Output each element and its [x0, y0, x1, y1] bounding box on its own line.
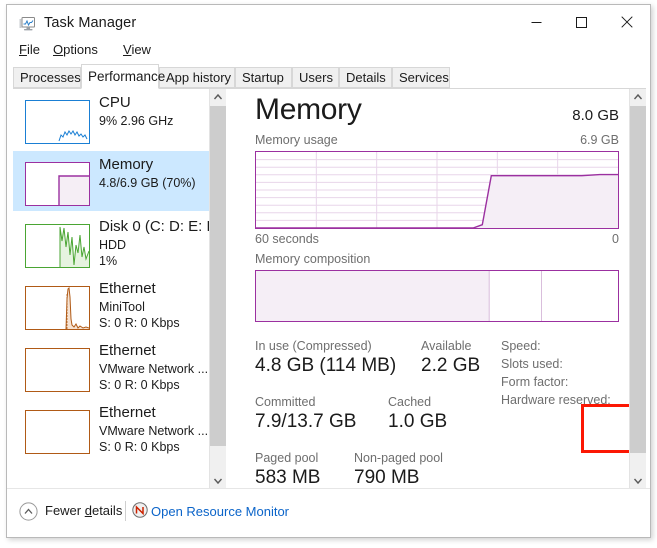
- task-manager-icon: [19, 16, 36, 32]
- memory-composition-label: Memory composition: [255, 252, 371, 266]
- resource-sub2: S: 0 R: 0 Kbps: [99, 316, 180, 330]
- chevron-up-icon[interactable]: [210, 89, 226, 106]
- detail-label-speed: Speed:: [501, 339, 541, 353]
- title-bar: Task Manager: [7, 5, 650, 43]
- stat-label-cached: Cached: [388, 395, 432, 409]
- content-area: CPU 9% 2.96 GHz Memory 4.8/6.9 GB (70%): [13, 89, 646, 489]
- tab-performance[interactable]: Performance: [81, 64, 165, 89]
- resource-title: Ethernet: [99, 342, 156, 359]
- stat-value-non-paged-pool: 790 MB: [354, 467, 420, 488]
- menu-bar: File Options View: [7, 41, 650, 63]
- resource-sub1: 4.8/6.9 GB (70%): [99, 176, 196, 190]
- stat-label-available: Available: [421, 339, 472, 353]
- resource-sub1: HDD: [99, 238, 127, 252]
- resource-sub1: 9% 2.96 GHz: [99, 114, 174, 128]
- stat-label-committed: Committed: [255, 395, 316, 409]
- tab-startup[interactable]: Startup: [235, 67, 292, 88]
- resource-title: Ethernet: [99, 280, 156, 297]
- chevron-up-circle-icon: [19, 502, 38, 524]
- open-resource-monitor-link[interactable]: Open Resource Monitor: [151, 504, 289, 519]
- stat-value-paged-pool: 583 MB: [255, 467, 321, 488]
- resource-title: CPU: [99, 94, 131, 111]
- disk-thumbnail-graph: [25, 224, 90, 268]
- tab-bar: Processes Performance App history Startu…: [7, 64, 650, 89]
- chevron-up-icon[interactable]: [630, 89, 646, 106]
- tab-details[interactable]: Details: [339, 67, 392, 88]
- resource-item-disk0[interactable]: Disk 0 (C: D: E: F HDD 1%: [13, 213, 209, 273]
- stat-value-available: 2.2 GB: [421, 355, 481, 376]
- resource-sub2: 1%: [99, 254, 118, 268]
- maximize-button[interactable]: [559, 5, 604, 39]
- memory-usage-max: 6.9 GB: [580, 133, 619, 147]
- detail-label-hardware-reserved: Hardware reserved:: [501, 393, 611, 407]
- ethernet-thumbnail-graph: [25, 286, 90, 330]
- resource-sub2: S: 0 R: 0 Kbps: [99, 440, 180, 454]
- resource-item-ethernet-vmware-2[interactable]: Ethernet VMware Network ... S: 0 R: 0 Kb…: [13, 399, 209, 459]
- chevron-down-icon[interactable]: [210, 472, 226, 489]
- resource-list-scrollbar[interactable]: [209, 89, 226, 489]
- resource-monitor-icon: [132, 502, 148, 523]
- cached-highlight-annotation: [581, 404, 629, 453]
- menu-file[interactable]: File: [17, 41, 42, 58]
- memory-usage-label: Memory usage: [255, 133, 338, 147]
- memory-thumbnail-graph: [25, 162, 90, 206]
- memory-usage-graph: [255, 151, 619, 229]
- resource-item-ethernet-vmware-1[interactable]: Ethernet VMware Network ... S: 0 R: 0 Kb…: [13, 337, 209, 397]
- page-title: Memory: [255, 93, 362, 126]
- detail-label-slots-used: Slots used:: [501, 357, 563, 371]
- stat-value-cached: 1.0 GB: [388, 411, 448, 432]
- resource-sub1: MiniTool: [99, 300, 145, 314]
- resource-item-ethernet-minitool[interactable]: Ethernet MiniTool S: 0 R: 0 Kbps: [13, 275, 209, 335]
- detail-label-form-factor: Form factor:: [501, 375, 569, 389]
- graph-time-span: 60 seconds: [255, 232, 319, 246]
- stat-label-paged-pool: Paged pool: [255, 451, 319, 465]
- tab-services[interactable]: Services: [392, 67, 450, 88]
- ethernet-thumbnail-graph: [25, 348, 90, 392]
- resource-item-memory[interactable]: Memory 4.8/6.9 GB (70%): [13, 151, 209, 211]
- stat-label-in-use: In use (Compressed): [255, 339, 372, 353]
- resource-title: Disk 0 (C: D: E: F: [99, 218, 209, 235]
- resource-item-cpu[interactable]: CPU 9% 2.96 GHz: [13, 89, 209, 149]
- chevron-down-icon[interactable]: [630, 472, 646, 489]
- close-button[interactable]: [604, 5, 649, 39]
- scrollbar-thumb[interactable]: [210, 106, 226, 446]
- ethernet-thumbnail-graph: [25, 410, 90, 454]
- menu-view[interactable]: View: [121, 41, 153, 58]
- task-manager-window: Task Manager File Options View Processes…: [6, 4, 651, 538]
- resource-list: CPU 9% 2.96 GHz Memory 4.8/6.9 GB (70%): [13, 89, 209, 489]
- detail-pane-scrollbar[interactable]: [629, 89, 646, 489]
- resource-title: Ethernet: [99, 404, 156, 421]
- minimize-button[interactable]: [514, 5, 559, 39]
- fewer-details-label: Fewer details: [45, 503, 123, 518]
- resource-sub1: VMware Network ...: [99, 362, 209, 376]
- tab-users[interactable]: Users: [292, 67, 339, 88]
- resource-title: Memory: [99, 156, 154, 173]
- tab-processes[interactable]: Processes: [13, 67, 81, 88]
- stat-value-in-use: 4.8 GB (114 MB): [255, 355, 397, 376]
- status-bar: Fewer details Open Resource Monitor: [7, 488, 650, 537]
- divider: [125, 501, 126, 521]
- menu-options[interactable]: Options: [51, 41, 100, 58]
- window-title: Task Manager: [44, 15, 137, 31]
- stat-value-committed: 7.9/13.7 GB: [255, 411, 357, 432]
- tab-app-history[interactable]: App history: [159, 67, 235, 88]
- stat-label-non-paged-pool: Non-paged pool: [354, 451, 443, 465]
- graph-time-zero: 0: [612, 232, 619, 246]
- resource-sub1: VMware Network ...: [99, 424, 209, 438]
- memory-detail-pane: Memory 8.0 GB Memory usage 6.9 GB 60 sec…: [227, 89, 629, 489]
- memory-total: 8.0 GB: [572, 107, 619, 124]
- memory-composition-bar: [255, 270, 619, 322]
- scrollbar-thumb[interactable]: [630, 106, 646, 453]
- resource-sub2: S: 0 R: 0 Kbps: [99, 378, 180, 392]
- cpu-thumbnail-graph: [25, 100, 90, 144]
